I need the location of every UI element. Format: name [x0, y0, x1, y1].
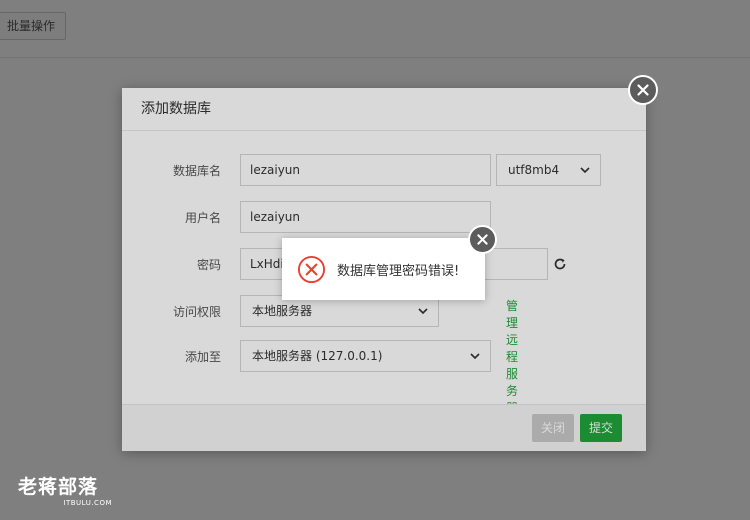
chevron-down-icon [580, 155, 590, 185]
dialog-footer: 关闭 提交 [122, 404, 646, 451]
charset-select[interactable]: utf8mb4 [496, 154, 601, 186]
watermark-logo: 老蒋部落 ITBULU.COM [18, 476, 118, 507]
password-label: 密码 [196, 257, 221, 272]
dialog-title: 添加数据库 [122, 88, 646, 131]
close-button[interactable]: 关闭 [532, 414, 575, 442]
access-value: 本地服务器 [252, 304, 313, 318]
error-x-icon [297, 255, 326, 283]
username-label: 用户名 [184, 210, 221, 225]
username-input[interactable]: lezaiyun [240, 201, 491, 233]
watermark-subtitle: ITBULU.COM [63, 499, 112, 507]
add-to-value: 本地服务器 (127.0.0.1) [252, 349, 383, 363]
dialog-close-icon[interactable] [628, 75, 658, 105]
toast-close-icon[interactable] [468, 225, 497, 254]
watermark-title: 老蒋部落 [18, 476, 99, 498]
chevron-down-icon [418, 296, 428, 326]
charset-value: utf8mb4 [508, 163, 560, 177]
add-to-label: 添加至 [184, 349, 221, 364]
chevron-down-icon [470, 341, 480, 371]
manage-remote-servers-link[interactable]: 管理远程服务器 [506, 297, 518, 416]
add-to-select[interactable]: 本地服务器 (127.0.0.1) [240, 340, 491, 372]
db-name-input[interactable]: lezaiyun [240, 154, 491, 186]
refresh-password-icon[interactable] [552, 256, 568, 272]
toast-message: 数据库管理密码错误! [337, 263, 460, 279]
error-toast: 数据库管理密码错误! [282, 238, 485, 300]
access-label: 访问权限 [172, 304, 221, 319]
submit-button[interactable]: 提交 [580, 414, 623, 442]
db-name-label: 数据库名 [172, 163, 221, 178]
